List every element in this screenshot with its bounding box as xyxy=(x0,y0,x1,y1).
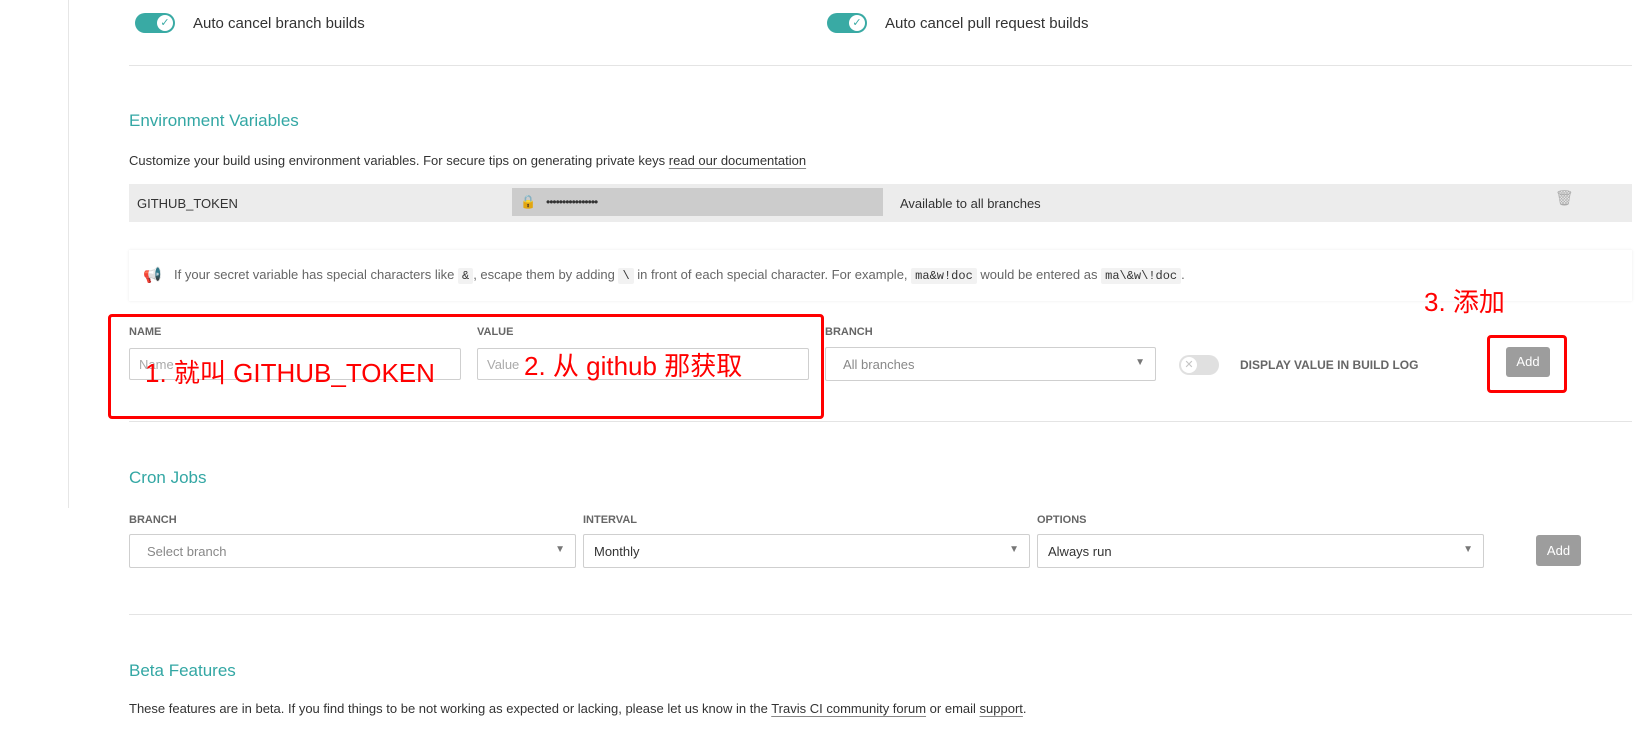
note-code-4: ma\&w\!doc xyxy=(1101,268,1182,284)
masked-value: •••••••••••••••• xyxy=(546,195,598,209)
chevron-down-icon: ▼ xyxy=(555,544,565,555)
chevron-down-icon: ▼ xyxy=(1135,357,1145,368)
env-var-branch: Available to all branches xyxy=(900,196,1041,211)
beta-features-description: These features are in beta. If you find … xyxy=(129,701,1027,716)
display-value-toggle[interactable]: ✕ xyxy=(1179,355,1219,375)
auto-cancel-pr-toggle[interactable]: ✓ xyxy=(827,13,867,33)
cron-options-value: Always run xyxy=(1048,544,1112,559)
env-var-name: GITHUB_TOKEN xyxy=(137,196,238,211)
annotation-step-1: 1. 就叫 GITHUB_TOKEN xyxy=(145,358,435,388)
cron-options-label: OPTIONS xyxy=(1037,514,1087,526)
support-link[interactable]: support xyxy=(980,701,1023,716)
cron-interval-label: INTERVAL xyxy=(583,514,637,526)
cron-interval-value: Monthly xyxy=(594,544,640,559)
display-value-label: DISPLAY VALUE IN BUILD LOG xyxy=(1240,358,1419,372)
note-text-1: If your secret variable has special char… xyxy=(174,267,455,282)
auto-cancel-branch-toggle[interactable]: ✓ xyxy=(135,13,175,33)
env-vars-title: Environment Variables xyxy=(129,111,299,130)
chevron-down-icon: ▼ xyxy=(1009,544,1019,555)
annotation-step-3: 3. 添加 xyxy=(1424,287,1505,317)
check-icon: ✓ xyxy=(849,15,865,31)
beta-text-2: or email xyxy=(929,701,976,716)
cron-interval-select[interactable]: Monthly ▼ xyxy=(583,534,1030,568)
cron-branch-label: BRANCH xyxy=(129,514,177,526)
beta-text-3: . xyxy=(1022,701,1027,716)
env-var-value-masked: 🔒 •••••••••••••••• xyxy=(512,188,883,216)
annotation-box-add xyxy=(1487,335,1567,393)
content-left-border xyxy=(68,0,69,508)
cron-branch-select[interactable]: Select branch ▼ xyxy=(129,534,576,568)
annotation-step-2: 2. 从 github 那获取 xyxy=(524,351,743,381)
auto-cancel-pr-label: Auto cancel pull request builds xyxy=(885,15,1089,32)
note-text-5: . xyxy=(1181,267,1185,282)
note-code-3: ma&w!doc xyxy=(911,268,977,284)
branch-select[interactable]: All branches ▼ xyxy=(825,347,1156,381)
megaphone-icon: 📢 xyxy=(143,267,162,284)
note-text-2: , escape them by adding xyxy=(473,267,615,282)
chevron-down-icon: ▼ xyxy=(1463,544,1473,555)
branch-label: BRANCH xyxy=(825,326,873,338)
section-divider xyxy=(129,65,1632,66)
special-characters-note: 📢 If your secret variable has special ch… xyxy=(129,250,1632,301)
branch-select-value: All branches xyxy=(843,357,915,372)
cron-options-select[interactable]: Always run ▼ xyxy=(1037,534,1484,568)
community-forum-link[interactable]: Travis CI community forum xyxy=(771,701,926,716)
x-icon: ✕ xyxy=(1181,357,1197,373)
lock-icon: 🔒 xyxy=(520,194,537,209)
beta-text-1: These features are in beta. If you find … xyxy=(129,701,768,716)
note-text-3: in front of each special character. For … xyxy=(637,267,908,282)
note-text-4: would be entered as xyxy=(980,267,1098,282)
cron-jobs-title: Cron Jobs xyxy=(129,468,207,487)
documentation-link[interactable]: read our documentation xyxy=(669,153,806,168)
note-text: If your secret variable has special char… xyxy=(174,267,1185,284)
env-vars-description-text: Customize your build using environment v… xyxy=(129,153,666,168)
beta-features-title: Beta Features xyxy=(129,661,236,680)
note-code-1: & xyxy=(457,268,474,284)
trash-icon[interactable]: 🗑 xyxy=(1555,189,1574,207)
note-code-2: \ xyxy=(618,268,634,284)
env-vars-description: Customize your build using environment v… xyxy=(129,153,806,168)
section-divider xyxy=(129,421,1632,422)
env-var-row: GITHUB_TOKEN 🔒 •••••••••••••••• Availabl… xyxy=(129,184,1632,222)
cron-branch-value: Select branch xyxy=(147,544,227,559)
add-cron-button[interactable]: Add xyxy=(1536,535,1581,566)
check-icon: ✓ xyxy=(157,15,173,31)
section-divider xyxy=(129,614,1632,615)
auto-cancel-branch-label: Auto cancel branch builds xyxy=(193,15,365,32)
